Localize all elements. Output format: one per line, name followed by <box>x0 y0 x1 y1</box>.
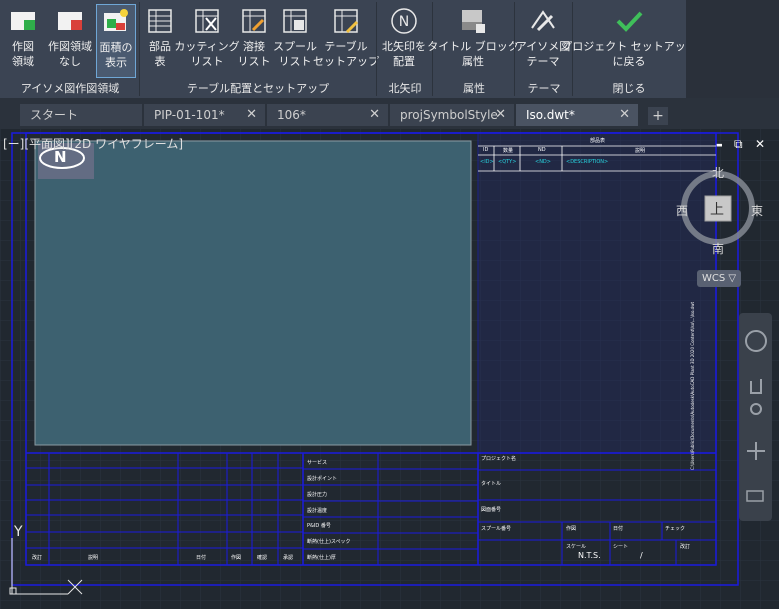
scissors-table-icon <box>195 9 219 33</box>
close-icon[interactable]: ✕ <box>246 104 257 126</box>
close-icon[interactable]: ✕ <box>495 104 506 126</box>
tb-drawn-header: 作図 <box>231 555 242 561</box>
tb-insulation-thickness: 断熱(仕上)厚 <box>307 555 336 561</box>
close-icon[interactable]: ✕ <box>619 104 630 126</box>
new-tab-button[interactable]: + <box>648 107 668 125</box>
compass-west[interactable]: 西 <box>676 202 688 219</box>
orbit-icon[interactable] <box>746 440 768 462</box>
steering-wheel-icon[interactable] <box>746 331 768 353</box>
bom-field-qty: <QTY> <box>498 159 517 165</box>
tb-scale-value: N.T.S. <box>578 551 601 560</box>
panel-title-attributes: 属性 <box>463 82 485 95</box>
title-block-icon <box>462 10 485 33</box>
drawing-svg <box>0 129 779 609</box>
tb-design-point: 設計ポイント <box>307 476 338 482</box>
bom-header-id: ID <box>483 147 489 153</box>
place-north-arrow-button[interactable]: N 北矢印を 配置 <box>378 4 430 78</box>
iso-drawing-area <box>34 140 472 446</box>
weld-list-button[interactable]: 溶接 リスト <box>236 4 272 78</box>
tb-rev-header: 改訂 <box>32 555 43 561</box>
spool-table-icon <box>283 9 307 33</box>
tb-check: チェック <box>665 526 686 532</box>
ribbon-empty-area <box>686 0 779 98</box>
table-setup-button[interactable]: テーブル セットアップ <box>313 4 379 78</box>
tb-pid-number: P&ID 番号 <box>307 523 331 529</box>
weld-table-icon <box>242 9 266 33</box>
tb-insulation-spec: 断熱(仕上)スペック <box>307 539 351 545</box>
theme-icon <box>531 10 555 32</box>
compass-north[interactable]: 北 <box>712 164 724 181</box>
return-to-project-setup-button[interactable]: プロジェクト セットアップ に戻る <box>561 4 697 78</box>
panel-title-close: 閉じる <box>612 82 646 95</box>
tb-desc-header: 説明 <box>88 555 99 561</box>
tb-design-pressure: 設計圧力 <box>307 492 328 498</box>
minimize-icon[interactable]: ▬ <box>716 141 723 149</box>
tb-date: 日付 <box>613 526 624 532</box>
tb-drawing-number: 図面番号 <box>481 507 502 513</box>
bom-header-desc: 説明 <box>635 148 646 154</box>
north-arrow-marker: N <box>54 148 67 166</box>
title-block-attributes-button[interactable]: タイトル ブロック 属性 <box>427 4 519 78</box>
tab-106[interactable]: 106* ✕ <box>267 104 388 126</box>
tb-project-name: プロジェクト名 <box>481 456 517 462</box>
pan-icon[interactable] <box>746 375 768 397</box>
restore-icon[interactable]: ⧉ <box>734 137 743 152</box>
bom-header-qty: 数量 <box>503 148 514 154</box>
compass-east[interactable]: 東 <box>751 202 763 219</box>
bom-field-desc: <DESCRIPTION> <box>566 159 609 165</box>
bom-field-nd: <ND> <box>535 159 551 165</box>
wcs-menu[interactable]: WCS ▽ <box>697 270 741 287</box>
close-icon[interactable]: ✕ <box>369 104 380 126</box>
tb-checked-header: 確認 <box>257 555 268 561</box>
spool-list-button[interactable]: スプール リスト <box>272 4 318 78</box>
tb-drawn-by: 作図 <box>566 526 577 532</box>
viewport-controls-label[interactable]: [ー][平面図][2D ワイヤフレーム] <box>3 135 183 152</box>
close-icon[interactable]: ✕ <box>755 137 765 151</box>
panel-separator <box>376 2 377 96</box>
show-area-button[interactable]: 面積の 表示 <box>96 4 136 78</box>
tb-design-temp: 設計温度 <box>307 508 328 514</box>
tab-projsymbolstyle[interactable]: projSymbolStyle ✕ <box>390 104 514 126</box>
tab-pip-01-101[interactable]: PIP-01-101* ✕ <box>144 104 265 126</box>
tb-approved-header: 承認 <box>283 555 294 561</box>
area-none-icon <box>58 12 82 30</box>
area-show-icon <box>104 9 128 31</box>
tab-iso-dwt[interactable]: Iso.dwt* ✕ <box>516 104 638 126</box>
tb-spool-number: スプール番号 <box>481 526 512 532</box>
compass-south[interactable]: 南 <box>712 240 724 257</box>
area-create-icon <box>11 12 35 30</box>
bom-field-id: <ID> <box>480 159 494 165</box>
panel-title-tables: テーブル配置とセットアップ <box>186 82 330 95</box>
north-arrow-icon: N <box>391 8 417 34</box>
showmotion-icon[interactable] <box>746 486 768 508</box>
tb-title: タイトル <box>481 481 502 487</box>
drawing-canvas[interactable] <box>0 129 779 609</box>
panel-title-theme: テーマ <box>527 82 561 95</box>
tb-sheet-value: / <box>640 551 643 560</box>
tb-date-header: 日付 <box>196 555 207 561</box>
tb-revision-label: 改訂 <box>680 544 691 550</box>
template-path-text: C:\Users\Public\Documents\Autodesk\AutoC… <box>690 301 695 470</box>
no-area-button[interactable]: 作図領域 なし <box>44 4 96 78</box>
ucs-y-label: Y <box>14 524 23 540</box>
panel-title-area: アイソメ図作図領域 <box>20 82 120 95</box>
svg-text:N: N <box>399 14 409 30</box>
bom-header-nd: ND <box>538 147 546 153</box>
viewcube-top-face[interactable]: 上 <box>710 199 724 219</box>
panel-title-north: 北矢印 <box>388 82 422 95</box>
tb-scale-label: スケール <box>566 544 587 550</box>
table-icon <box>148 9 172 33</box>
create-area-button[interactable]: 作図 領域 <box>2 4 44 78</box>
cutting-list-button[interactable]: カッティング リスト <box>174 4 240 78</box>
zoom-extents-icon[interactable] <box>746 400 768 422</box>
table-pencil-icon <box>334 9 359 34</box>
ribbon: 作図 領域 作図領域 なし 面積の 表示 部品 表 カッティング リスト 溶接 … <box>0 0 697 98</box>
tab-start[interactable]: スタート <box>20 104 142 126</box>
tb-service: サービス <box>307 460 328 466</box>
tb-sheet-label: シート <box>613 544 629 550</box>
parts-list-button[interactable]: 部品 表 <box>142 4 178 78</box>
bom-title: 部品表 <box>590 138 606 144</box>
check-icon <box>616 11 643 32</box>
